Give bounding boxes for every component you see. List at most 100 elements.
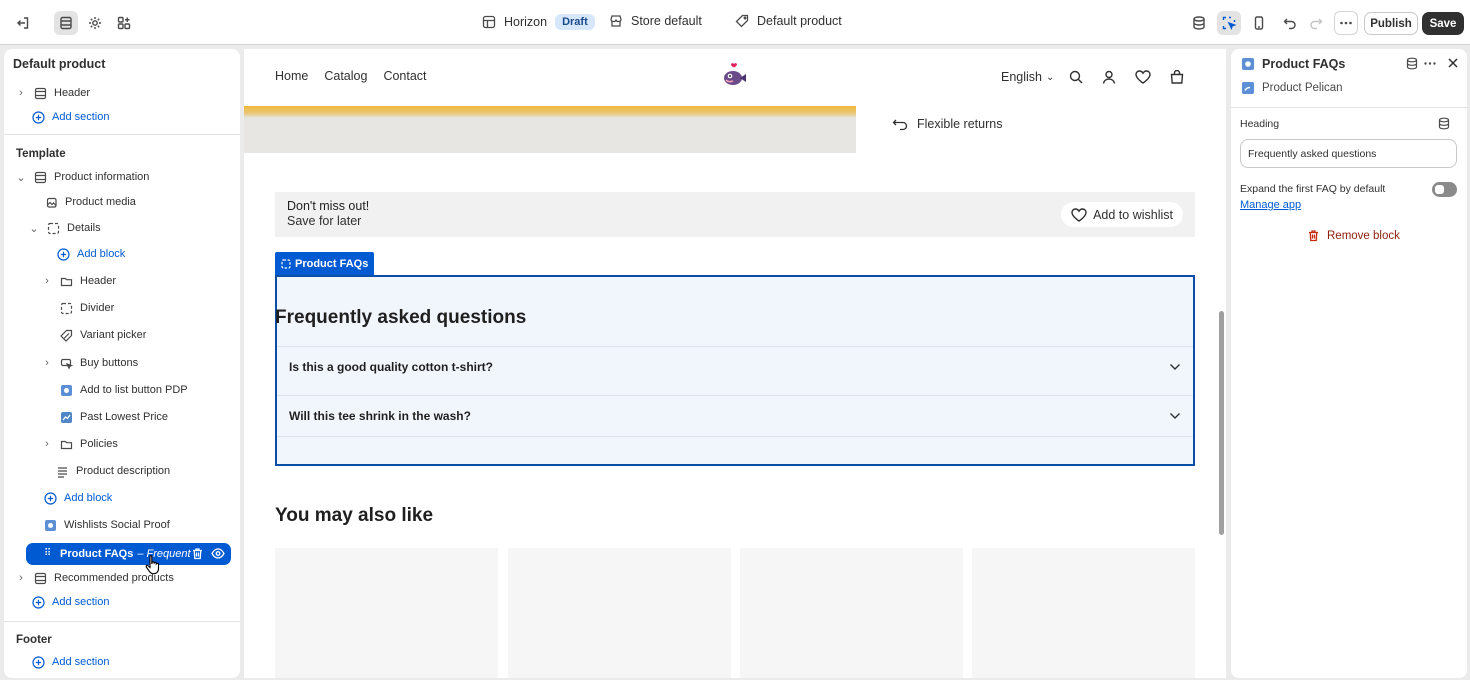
drag-handle-icon[interactable]: ⠿ [44, 549, 52, 559]
sidebar-item-product-media[interactable]: Product media [44, 192, 136, 212]
chevron-down-icon: ⌄ [1046, 71, 1055, 83]
sidebar-item-product-information[interactable]: ⌄ Product information [16, 167, 149, 187]
heart-icon[interactable] [1135, 70, 1151, 84]
divider [277, 436, 1193, 437]
sidebar-item-recommended[interactable]: › Recommended products [16, 568, 174, 588]
product-card[interactable] [275, 548, 498, 678]
sidebar-item-product-description[interactable]: Product description [55, 461, 170, 481]
add-block-button[interactable]: Add block [56, 244, 125, 264]
more-icon[interactable] [1334, 11, 1358, 35]
sidebar-item-label: Variant picker [80, 329, 147, 341]
selected-block-tag[interactable]: Product FAQs [275, 252, 375, 275]
store-selector[interactable]: Store default [609, 14, 702, 28]
theme-selector[interactable]: Horizon Draft [482, 14, 595, 30]
gear-icon[interactable] [83, 11, 107, 35]
inspector-icon[interactable] [1217, 11, 1241, 35]
add-block-label: Add block [77, 248, 126, 260]
sidebar-item-header[interactable]: › Header [16, 83, 90, 103]
eye-icon[interactable] [211, 547, 225, 560]
search-icon[interactable] [1069, 70, 1083, 84]
dynamic-source-icon[interactable] [1438, 117, 1450, 130]
sidebar: Default product › Header Add section Tem… [4, 49, 240, 678]
sidebar-item-label: Policies [80, 438, 118, 450]
text-icon [55, 464, 69, 478]
apps-icon[interactable] [112, 11, 136, 35]
publish-button[interactable]: Publish [1364, 12, 1418, 35]
product-card[interactable] [508, 548, 731, 678]
flexible-returns: Flexible returns [892, 117, 1002, 131]
product-card[interactable] [740, 548, 963, 678]
nav-link-contact[interactable]: Contact [383, 69, 426, 83]
media-icon [44, 195, 58, 209]
database-icon[interactable] [1406, 57, 1418, 70]
database-icon[interactable] [1187, 11, 1211, 35]
account-icon[interactable] [1102, 70, 1116, 84]
sidebar-item-policies[interactable]: › Policies [42, 434, 118, 454]
remove-block-button[interactable]: Remove block [1307, 229, 1400, 242]
chevron-right-icon[interactable]: › [42, 438, 52, 450]
sidebar-item-label: Details [67, 222, 101, 234]
save-button[interactable]: Save [1422, 12, 1464, 35]
add-section-button[interactable]: Add section [31, 652, 109, 672]
manage-app-link[interactable]: Manage app [1240, 199, 1301, 211]
sidebar-item-buy-buttons[interactable]: › Buy buttons [42, 353, 138, 373]
heading-input[interactable]: Frequently asked questions [1240, 139, 1457, 168]
sidebar-item-label: Header [54, 87, 91, 99]
cart-icon[interactable] [1170, 70, 1184, 84]
trash-icon[interactable] [191, 547, 204, 560]
chevron-right-icon[interactable]: › [16, 572, 26, 584]
sidebar-item-label: Wishlists Social Proof [64, 519, 170, 531]
nav-link-home[interactable]: Home [275, 69, 308, 83]
chevron-down-icon[interactable]: ⌄ [29, 222, 39, 235]
inspector-title: Product FAQs [1262, 57, 1346, 71]
canvas-scrollbar[interactable] [1219, 311, 1224, 535]
product-card[interactable] [972, 548, 1195, 678]
wishlist-card: Don't miss out! Save for later Add to wi… [275, 192, 1195, 237]
nav-link-catalog[interactable]: Catalog [324, 69, 367, 83]
sidebar-item-past-lowest-price[interactable]: Past Lowest Price [59, 407, 168, 427]
faq-item[interactable]: Will this tee shrink in the wash? [277, 395, 1193, 436]
expand-toggle[interactable] [1432, 182, 1457, 197]
faq-section[interactable]: Frequently asked questions Is this a goo… [275, 275, 1195, 466]
plus-circle-icon [56, 247, 70, 261]
sidebar-item-variant-picker[interactable]: Variant picker [59, 325, 146, 345]
chevron-right-icon[interactable]: › [42, 357, 52, 369]
sidebar-item-product-faqs[interactable]: ⠿ Product FAQs – Frequent [26, 543, 231, 565]
exit-icon[interactable] [11, 11, 35, 35]
mobile-icon[interactable] [1247, 11, 1271, 35]
undo-icon[interactable] [1278, 11, 1302, 35]
sidebar-item-wishlists[interactable]: Wishlists Social Proof [43, 515, 170, 535]
sidebar-item-divider[interactable]: Divider [59, 298, 114, 318]
preview-canvas: Home Catalog Contact English ⌄ Flexible … [244, 49, 1226, 678]
sidebar-item-add-to-list[interactable]: Add to list button PDP [59, 380, 188, 400]
faq-item[interactable]: Is this a good quality cotton t-shirt? [277, 346, 1193, 387]
chevron-right-icon[interactable]: › [16, 87, 26, 99]
wishlist-subtitle: Save for later [287, 214, 362, 228]
close-icon[interactable] [1447, 57, 1459, 69]
sections-icon[interactable] [54, 11, 78, 35]
add-block-button[interactable]: Add block [43, 488, 112, 508]
redo-icon[interactable] [1304, 11, 1328, 35]
add-section-button[interactable]: Add section [31, 592, 109, 612]
plus-circle-icon [31, 110, 45, 124]
more-icon[interactable] [1423, 57, 1437, 70]
add-section-label: Add section [52, 596, 110, 608]
language-selector[interactable]: English ⌄ [1001, 70, 1054, 84]
sidebar-item-label: Add to list button PDP [80, 384, 188, 396]
store-icon [610, 15, 622, 27]
add-section-button[interactable]: Add section [31, 107, 109, 127]
chevron-right-icon[interactable]: › [42, 275, 52, 287]
store-logo[interactable] [720, 61, 748, 89]
sidebar-item-details[interactable]: ⌄ Details [29, 218, 101, 238]
inspector-panel: Product FAQs Product Pelican Heading Fre… [1231, 49, 1467, 678]
store-nav: Home Catalog Contact [275, 69, 427, 83]
plus-circle-icon [43, 491, 57, 505]
group-icon [46, 221, 60, 235]
template-heading: Template [16, 148, 66, 160]
add-to-wishlist-button[interactable]: Add to wishlist [1061, 202, 1183, 227]
chevron-down-icon[interactable]: ⌄ [16, 171, 26, 184]
footer-heading: Footer [16, 634, 52, 646]
template-selector[interactable]: Default product [735, 14, 842, 28]
sidebar-item-sub-header[interactable]: › Header [42, 271, 116, 291]
app-icon [1241, 57, 1255, 71]
